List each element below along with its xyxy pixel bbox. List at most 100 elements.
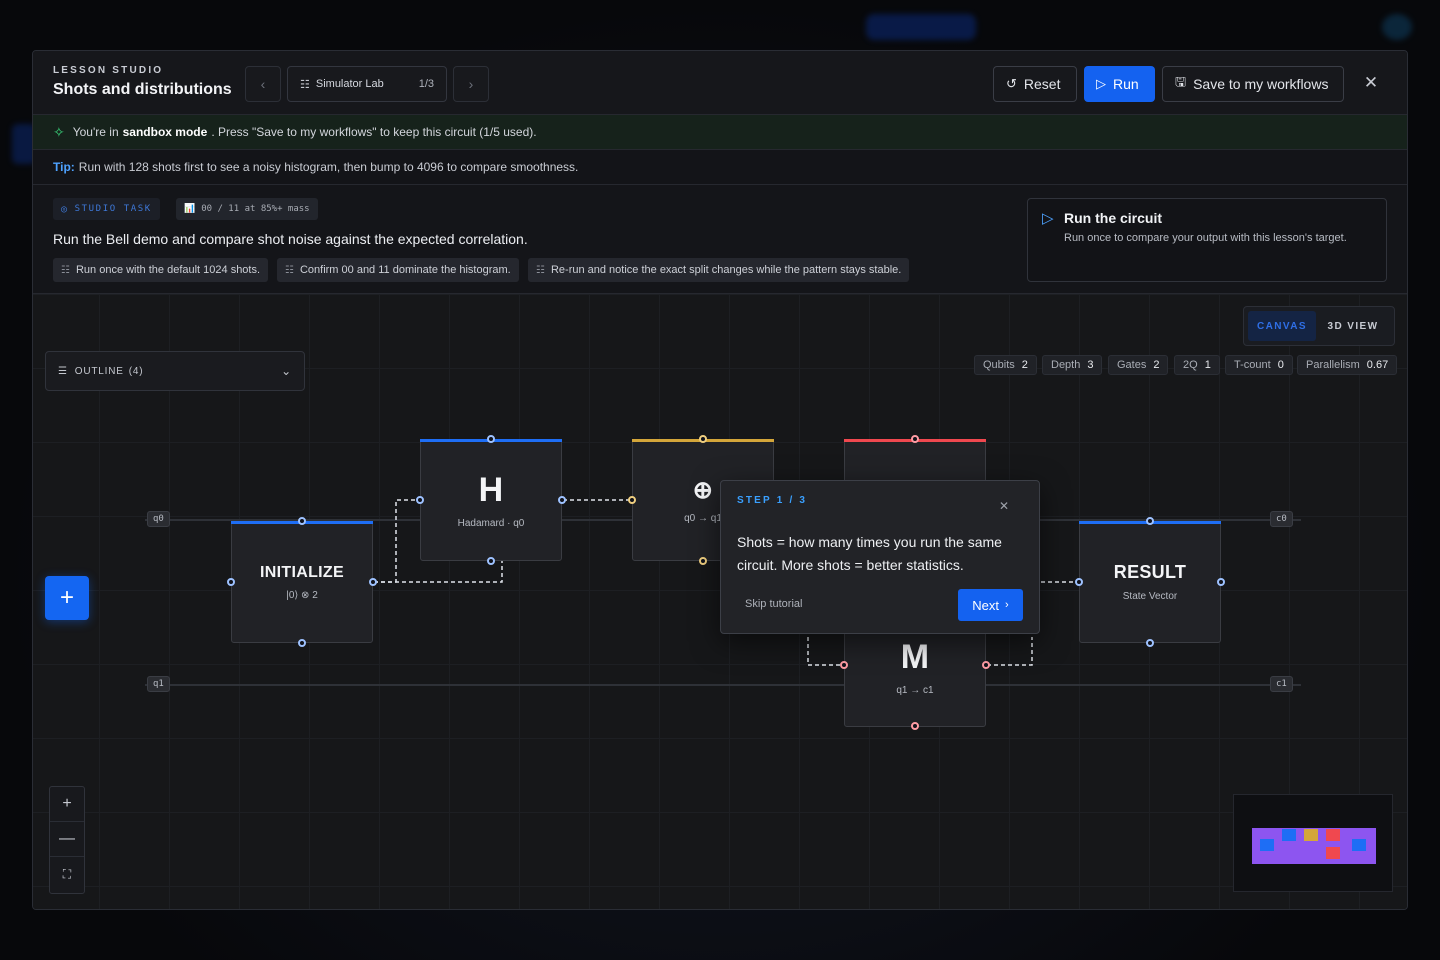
port[interactable] — [558, 496, 566, 504]
port[interactable] — [1146, 517, 1154, 525]
plus-icon: + — [59, 584, 74, 611]
port[interactable] — [699, 435, 707, 443]
tutorial-popup: STEP 1 / 3 ✕ Shots = how many times you … — [720, 480, 1040, 634]
reset-label: Reset — [1023, 76, 1061, 92]
circuit-canvas[interactable]: q0 q1 c0 c1 CANVAS 3D VIEW Qubits 2 Depth… — [33, 294, 1407, 909]
run-label: Run — [1113, 76, 1139, 92]
next-lesson-button[interactable]: › — [453, 66, 489, 102]
subtask-text: Confirm 00 and 11 dominate the histogram… — [299, 264, 511, 276]
checklist-icon: ☷ — [285, 264, 294, 276]
zoom-out-button[interactable]: — — [50, 822, 84, 857]
list-icon: ☰ — [58, 365, 68, 377]
subtask-text: Run once with the default 1024 shots. — [75, 264, 261, 276]
node-result[interactable]: RESULT State Vector — [1079, 521, 1221, 643]
port[interactable] — [1217, 578, 1225, 586]
lab-selector[interactable]: ☷ Simulator Lab 1/3 — [287, 66, 447, 102]
fit-view-button[interactable]: ⛶ — [50, 857, 84, 892]
minimap[interactable] — [1233, 794, 1393, 892]
wire-label-c1: c1 — [1270, 676, 1293, 692]
stat-label: Qubits — [983, 359, 1015, 371]
node-title: H — [478, 471, 504, 509]
node-subtitle: |0⟩ ⊗ 2 — [286, 589, 318, 601]
port[interactable] — [699, 557, 707, 565]
stat-value: 2 — [1021, 359, 1028, 371]
port[interactable] — [298, 639, 306, 647]
stat-2q: 2Q 1 — [1174, 355, 1220, 375]
node-subtitle: q0 → q1 — [684, 513, 722, 524]
port[interactable] — [298, 517, 306, 525]
chevron-right-icon: › — [1005, 599, 1009, 611]
run-button[interactable]: ▷ Run — [1084, 66, 1155, 102]
port[interactable] — [840, 661, 848, 669]
minimap-node — [1304, 829, 1318, 841]
wire-label-c0: c0 — [1270, 511, 1293, 527]
next-label: Next — [972, 597, 1000, 613]
play-icon: ▷ — [1096, 76, 1106, 91]
stat-label: Parallelism — [1306, 359, 1360, 371]
subtask-item: ☷ Re-run and notice the exact split chang… — [528, 258, 910, 282]
node-hadamard[interactable]: H Hadamard · q0 — [420, 439, 562, 561]
port[interactable] — [487, 557, 495, 565]
port[interactable] — [487, 435, 495, 443]
metric-chip: 📊 00 / 11 at 85%+ mass — [176, 198, 318, 220]
minimap-node — [1326, 847, 1340, 859]
tip-banner: Tip: Run with 128 shots first to see a n… — [33, 150, 1407, 185]
stat-value: 1 — [1204, 359, 1211, 371]
run-card-desc: Run once to compare your output with thi… — [1064, 232, 1347, 244]
stat-label: Depth — [1051, 359, 1081, 371]
sandbox-prefix: You're in — [72, 125, 119, 139]
subtask-item: ☷ Confirm 00 and 11 dominate the histogra… — [277, 258, 519, 282]
save-label: Save to my workflows — [1193, 76, 1329, 92]
node-initialize[interactable]: INITIALIZE |0⟩ ⊗ 2 — [231, 521, 373, 643]
minimap-node — [1282, 829, 1296, 841]
port[interactable] — [416, 496, 424, 504]
studio-task-chip: ◎ STUDIO TASK — [53, 198, 160, 220]
port[interactable] — [1075, 578, 1083, 586]
view-toggle: CANVAS 3D VIEW — [1243, 306, 1395, 346]
sandbox-suffix: . Press "Save to my workflows" to keep t… — [211, 125, 537, 139]
tutorial-next-button[interactable]: Next › — [958, 589, 1023, 621]
metric-label: 00 / 11 at 85%+ mass — [201, 204, 310, 214]
stat-t-count: T-count 0 — [1225, 355, 1293, 375]
stat-label: T-count — [1234, 359, 1271, 371]
stat-qubits: Qubits 2 — [974, 355, 1037, 375]
reset-button[interactable]: ↺ Reset — [993, 66, 1077, 102]
zoom-in-button[interactable]: + — [50, 787, 84, 822]
lesson-title: Shots and distributions — [53, 81, 232, 98]
wire-label-q0: q0 — [147, 511, 170, 527]
prev-lesson-button[interactable]: ‹ — [245, 66, 281, 102]
tab-canvas[interactable]: CANVAS — [1248, 311, 1316, 341]
outline-dropdown[interactable]: ☰ OUTLINE (4) ⌄ — [45, 351, 305, 391]
background-avatar — [1382, 14, 1412, 40]
chevron-right-icon: › — [468, 76, 474, 92]
reset-icon: ↺ — [1006, 76, 1017, 91]
add-gate-button[interactable]: + — [45, 576, 89, 620]
run-circuit-card[interactable]: ▷ Run the circuit Run once to compare yo… — [1027, 198, 1387, 282]
chevron-down-icon: ⌄ — [281, 364, 292, 378]
chart-icon: 📊 — [184, 204, 196, 214]
node-subtitle: q1 → c1 — [896, 685, 934, 696]
skip-tutorial-button[interactable]: Skip tutorial — [745, 598, 802, 610]
outline-count: (4) — [128, 365, 144, 377]
background-pill — [866, 14, 976, 40]
port[interactable] — [911, 722, 919, 730]
port[interactable] — [227, 578, 235, 586]
node-title: INITIALIZE — [260, 563, 344, 581]
outline-label: OUTLINE — [74, 365, 124, 377]
task-panel: ◎ STUDIO TASK 📊 00 / 11 at 85%+ mass Run t… — [33, 185, 1407, 294]
port[interactable] — [911, 435, 919, 443]
minimap-node — [1326, 829, 1340, 841]
node-subtitle: Hadamard · q0 — [457, 518, 525, 529]
node-subtitle: State Vector — [1122, 591, 1178, 602]
close-modal-button[interactable]: ✕ — [1359, 71, 1383, 95]
tab-3d-view[interactable]: 3D VIEW — [1316, 311, 1390, 341]
port[interactable] — [982, 661, 990, 669]
save-workflow-button[interactable]: 🖫 Save to my workflows — [1162, 66, 1344, 102]
port[interactable] — [1146, 639, 1154, 647]
stat-label: 2Q — [1183, 359, 1198, 371]
tutorial-close-button[interactable]: ✕ — [999, 499, 1009, 513]
port[interactable] — [628, 496, 636, 504]
stat-depth: Depth 3 — [1042, 355, 1103, 375]
port[interactable] — [369, 578, 377, 586]
sandbox-banner: ✧ You're in sandbox mode . Press "Save t… — [33, 115, 1407, 150]
